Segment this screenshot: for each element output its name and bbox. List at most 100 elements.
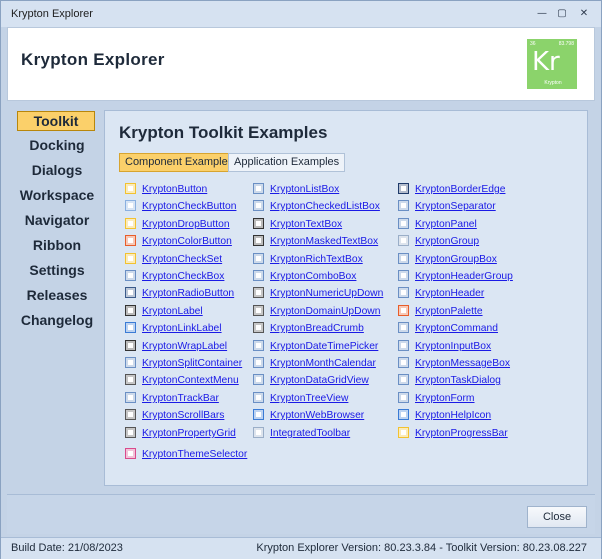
example-link[interactable]: KryptonMonthCalendar	[270, 358, 376, 369]
example-link[interactable]: KryptonDateTimePicker	[270, 341, 378, 352]
example-link[interactable]: KryptonCheckBox	[142, 271, 224, 282]
combobox-icon	[253, 270, 264, 281]
example-list-item: KryptonForm	[398, 392, 475, 406]
version-info: Krypton Explorer Version: 80.23.3.84 - T…	[256, 542, 587, 554]
sidebar-item-ribbon[interactable]: Ribbon	[12, 234, 102, 256]
example-link[interactable]: KryptonHelpIcon	[415, 410, 491, 421]
example-link[interactable]: KryptonTreeView	[270, 393, 348, 404]
example-link[interactable]: KryptonNumericUpDown	[270, 288, 383, 299]
example-link[interactable]: KryptonDropButton	[142, 219, 230, 230]
example-link[interactable]: KryptonInputBox	[415, 341, 491, 352]
sidebar-item-settings[interactable]: Settings	[12, 259, 102, 281]
example-link[interactable]: KryptonColorButton	[142, 236, 232, 247]
example-list-item: KryptonRadioButton	[125, 287, 234, 301]
example-link[interactable]: KryptonHeaderGroup	[415, 271, 513, 282]
example-link[interactable]: KryptonPropertyGrid	[142, 428, 236, 439]
minimize-button[interactable]: —	[535, 8, 549, 20]
sidebar-item-toolkit[interactable]: Toolkit	[17, 111, 95, 131]
krypton-logo: 36 83.798 Kr Krypton	[526, 38, 578, 90]
logo-element-name: Krypton	[544, 80, 562, 86]
example-list-item: KryptonRichTextBox	[253, 253, 363, 267]
example-link[interactable]: KryptonLinkLabel	[142, 323, 222, 334]
example-link[interactable]: KryptonListBox	[270, 184, 339, 195]
example-list-item: KryptonScrollBars	[125, 409, 224, 423]
example-link[interactable]: KryptonContextMenu	[142, 375, 239, 386]
example-list-item: IntegratedToolbar	[253, 427, 350, 441]
example-list-item: KryptonSplitContainer	[125, 357, 242, 371]
example-link[interactable]: KryptonPanel	[415, 219, 477, 230]
example-link[interactable]: KryptonWrapLabel	[142, 341, 227, 352]
numeric-updown-icon	[253, 287, 264, 298]
example-link[interactable]: KryptonWebBrowser	[270, 410, 364, 421]
example-link[interactable]: KryptonGroup	[415, 236, 479, 247]
example-link[interactable]: KryptonProgressBar	[415, 428, 508, 439]
sidebar-item-changelog[interactable]: Changelog	[12, 309, 102, 331]
example-list-item: KryptonDropButton	[125, 218, 230, 232]
example-link[interactable]: KryptonTaskDialog	[415, 375, 501, 386]
example-link[interactable]: KryptonCheckedListBox	[270, 201, 380, 212]
tab-component-examples[interactable]: Component Examples	[119, 153, 240, 172]
build-date: Build Date: 21/08/2023	[11, 542, 123, 554]
example-link[interactable]: KryptonThemeSelector	[142, 449, 247, 460]
example-link[interactable]: KryptonRichTextBox	[270, 254, 363, 265]
textbox-icon	[253, 218, 264, 229]
sidebar-item-docking[interactable]: Docking	[12, 134, 102, 156]
example-list-item: KryptonBreadCrumb	[253, 322, 364, 336]
example-link[interactable]: KryptonRadioButton	[142, 288, 234, 299]
example-link[interactable]: KryptonForm	[415, 393, 475, 404]
example-list-item: KryptonDomainUpDown	[253, 305, 380, 319]
command-icon	[398, 322, 409, 333]
example-link[interactable]: KryptonCheckButton	[142, 201, 236, 212]
example-link[interactable]: KryptonCheckSet	[142, 254, 222, 265]
sidebar-item-releases[interactable]: Releases	[12, 284, 102, 306]
example-list-item: KryptonProgressBar	[398, 427, 508, 441]
example-link[interactable]: KryptonDataGridView	[270, 375, 369, 386]
border-edge-icon	[398, 183, 409, 194]
drop-button-icon	[125, 218, 136, 229]
example-link[interactable]: KryptonMessageBox	[415, 358, 510, 369]
example-link[interactable]: KryptonGroupBox	[415, 254, 497, 265]
example-link[interactable]: KryptonButton	[142, 184, 207, 195]
example-link[interactable]: KryptonScrollBars	[142, 410, 224, 421]
toolbar-icon	[253, 427, 264, 438]
example-list-item: KryptonMaskedTextBox	[253, 235, 378, 249]
example-link[interactable]: KryptonCommand	[415, 323, 498, 334]
example-link[interactable]: KryptonComboBox	[270, 271, 356, 282]
tab-application-examples[interactable]: Application Examples	[228, 153, 346, 172]
sidebar-item-dialogs[interactable]: Dialogs	[12, 159, 102, 181]
split-container-icon	[125, 357, 136, 368]
sidebar-item-navigator[interactable]: Navigator	[12, 209, 102, 231]
example-list-item: KryptonTrackBar	[125, 392, 219, 406]
example-link[interactable]: KryptonSeparator	[415, 201, 496, 212]
listbox-icon	[253, 183, 264, 194]
example-list-item: KryptonGroup	[398, 235, 479, 249]
example-list-item: KryptonDataGridView	[253, 374, 369, 388]
close-button[interactable]: Close	[527, 506, 587, 528]
datagridview-icon	[253, 374, 264, 385]
task-dialog-icon	[398, 374, 409, 385]
app-window: Krypton Explorer — ▢ ✕ Krypton Explorer …	[0, 0, 602, 559]
page-title: Krypton Toolkit Examples	[119, 123, 328, 142]
example-link[interactable]: KryptonDomainUpDown	[270, 306, 380, 317]
header-icon	[398, 287, 409, 298]
example-link[interactable]: KryptonBorderEdge	[415, 184, 505, 195]
checkbox-icon	[125, 270, 136, 281]
example-list-item: KryptonNumericUpDown	[253, 287, 383, 301]
example-link[interactable]: KryptonTrackBar	[142, 393, 219, 404]
example-link[interactable]: KryptonHeader	[415, 288, 484, 299]
example-list-item: KryptonHeaderGroup	[398, 270, 513, 284]
restore-button[interactable]: ▢	[555, 8, 569, 20]
example-link[interactable]: KryptonSplitContainer	[142, 358, 242, 369]
button-icon	[125, 183, 136, 194]
close-window-button[interactable]: ✕	[577, 8, 591, 20]
example-link[interactable]: KryptonMaskedTextBox	[270, 236, 378, 247]
example-link[interactable]: KryptonPalette	[415, 306, 483, 317]
example-list-item: KryptonWebBrowser	[253, 409, 364, 423]
example-list-item: KryptonListBox	[253, 183, 339, 197]
example-link[interactable]: IntegratedToolbar	[270, 428, 350, 439]
sidebar-item-workspace[interactable]: Workspace	[12, 184, 102, 206]
example-link[interactable]: KryptonBreadCrumb	[270, 323, 364, 334]
example-link[interactable]: KryptonTextBox	[270, 219, 342, 230]
example-list-item: KryptonLinkLabel	[125, 322, 222, 336]
example-link[interactable]: KryptonLabel	[142, 306, 203, 317]
